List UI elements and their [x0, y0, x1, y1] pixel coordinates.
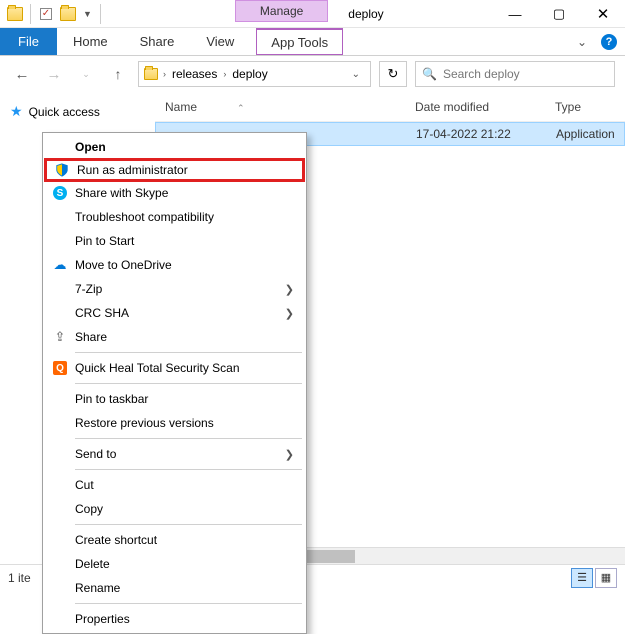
- breadcrumb[interactable]: deploy: [228, 62, 271, 86]
- sidebar-item-quick-access[interactable]: ★ Quick access: [4, 100, 151, 123]
- details-view-button[interactable]: ☰: [571, 568, 593, 588]
- quickheal-icon: Q: [51, 359, 69, 377]
- search-input[interactable]: 🔍 Search deploy: [415, 61, 615, 87]
- forward-button[interactable]: →: [42, 62, 66, 86]
- column-header-name[interactable]: Name⌃: [155, 100, 415, 114]
- menu-item-send-to[interactable]: Send to❯: [45, 442, 304, 466]
- star-icon: ★: [10, 103, 23, 120]
- menu-item-delete[interactable]: Delete: [45, 552, 304, 576]
- up-button[interactable]: ↑: [106, 62, 130, 86]
- menu-item-pin-start[interactable]: Pin to Start: [45, 229, 304, 253]
- refresh-button[interactable]: ↻: [379, 61, 407, 87]
- chevron-right-icon: ❯: [285, 448, 294, 461]
- large-icons-view-button[interactable]: ▦: [595, 568, 617, 588]
- menu-item-share-skype[interactable]: S Share with Skype: [45, 181, 304, 205]
- menu-separator: [75, 524, 302, 525]
- column-header-date[interactable]: Date modified: [415, 100, 555, 114]
- column-header-type[interactable]: Type: [555, 100, 625, 114]
- tab-home[interactable]: Home: [57, 28, 124, 55]
- folder-icon: [141, 68, 161, 80]
- context-menu: Open Run as administrator S Share with S…: [42, 132, 307, 634]
- folder-icon: [4, 3, 26, 25]
- sidebar-item-label: Quick access: [29, 105, 100, 119]
- menu-separator: [75, 438, 302, 439]
- chevron-right-icon: ❯: [285, 283, 294, 296]
- quick-access-toolbar: ✓ ▼: [0, 0, 105, 27]
- menu-separator: [75, 603, 302, 604]
- file-tab[interactable]: File: [0, 28, 57, 55]
- sort-indicator-icon: ⌃: [237, 103, 245, 113]
- breadcrumb[interactable]: releases: [168, 62, 221, 86]
- qat-customize-button[interactable]: ▼: [79, 9, 96, 19]
- status-text: 1 ite: [8, 571, 31, 585]
- ribbon-expand-button[interactable]: ⌄: [571, 35, 593, 49]
- menu-item-troubleshoot[interactable]: Troubleshoot compatibility: [45, 205, 304, 229]
- window-controls: ― ▢ ✕: [493, 0, 625, 27]
- menu-item-share[interactable]: ⇪ Share: [45, 325, 304, 349]
- file-date-cell: 17-04-2022 21:22: [416, 127, 556, 141]
- file-type-cell: Application: [556, 127, 624, 141]
- menu-separator: [75, 383, 302, 384]
- share-icon: ⇪: [51, 328, 69, 346]
- navigation-bar: ← → ⌄ ↑ › releases › deploy ⌄ ↻ 🔍 Search…: [0, 56, 625, 92]
- properties-qat-button[interactable]: ✓: [35, 3, 57, 25]
- menu-item-restore-versions[interactable]: Restore previous versions: [45, 411, 304, 435]
- new-folder-qat-button[interactable]: [57, 3, 79, 25]
- column-headers[interactable]: Name⌃ Date modified Type: [155, 92, 625, 122]
- address-dropdown-button[interactable]: ⌄: [344, 69, 368, 80]
- tab-view[interactable]: View: [190, 28, 250, 55]
- contextual-tab-header: Manage: [235, 0, 328, 22]
- chevron-right-icon[interactable]: ›: [221, 69, 228, 79]
- menu-item-move-onedrive[interactable]: ☁ Move to OneDrive: [45, 253, 304, 277]
- tab-app-tools[interactable]: App Tools: [256, 28, 343, 55]
- menu-item-crc-sha[interactable]: CRC SHA❯: [45, 301, 304, 325]
- minimize-button[interactable]: ―: [493, 0, 537, 28]
- search-icon: 🔍: [422, 67, 437, 81]
- chevron-right-icon: ❯: [285, 307, 294, 320]
- back-button[interactable]: ←: [10, 62, 34, 86]
- menu-separator: [75, 352, 302, 353]
- menu-item-properties[interactable]: Properties: [45, 607, 304, 631]
- menu-item-run-as-administrator[interactable]: Run as administrator: [44, 158, 305, 182]
- tab-share[interactable]: Share: [124, 28, 191, 55]
- menu-item-create-shortcut[interactable]: Create shortcut: [45, 528, 304, 552]
- menu-item-pin-taskbar[interactable]: Pin to taskbar: [45, 387, 304, 411]
- menu-item-copy[interactable]: Copy: [45, 497, 304, 521]
- skype-icon: S: [51, 184, 69, 202]
- menu-item-7zip[interactable]: 7-Zip❯: [45, 277, 304, 301]
- cloud-icon: ☁: [51, 256, 69, 274]
- maximize-button[interactable]: ▢: [537, 0, 581, 28]
- title-bar: ✓ ▼ Manage deploy ― ▢ ✕: [0, 0, 625, 28]
- menu-item-open[interactable]: Open: [45, 135, 304, 159]
- ribbon-tabs: File Home Share View App Tools ⌄ ?: [0, 28, 625, 56]
- recent-locations-button[interactable]: ⌄: [74, 62, 98, 86]
- close-button[interactable]: ✕: [581, 0, 625, 28]
- help-button[interactable]: ?: [601, 34, 617, 50]
- shield-icon: [53, 161, 71, 179]
- menu-item-cut[interactable]: Cut: [45, 473, 304, 497]
- menu-item-rename[interactable]: Rename: [45, 576, 304, 600]
- chevron-right-icon[interactable]: ›: [161, 69, 168, 79]
- address-bar[interactable]: › releases › deploy ⌄: [138, 61, 371, 87]
- search-placeholder: Search deploy: [443, 67, 520, 81]
- menu-item-quickheal-scan[interactable]: Q Quick Heal Total Security Scan: [45, 356, 304, 380]
- menu-separator: [75, 469, 302, 470]
- window-title: deploy: [348, 7, 383, 21]
